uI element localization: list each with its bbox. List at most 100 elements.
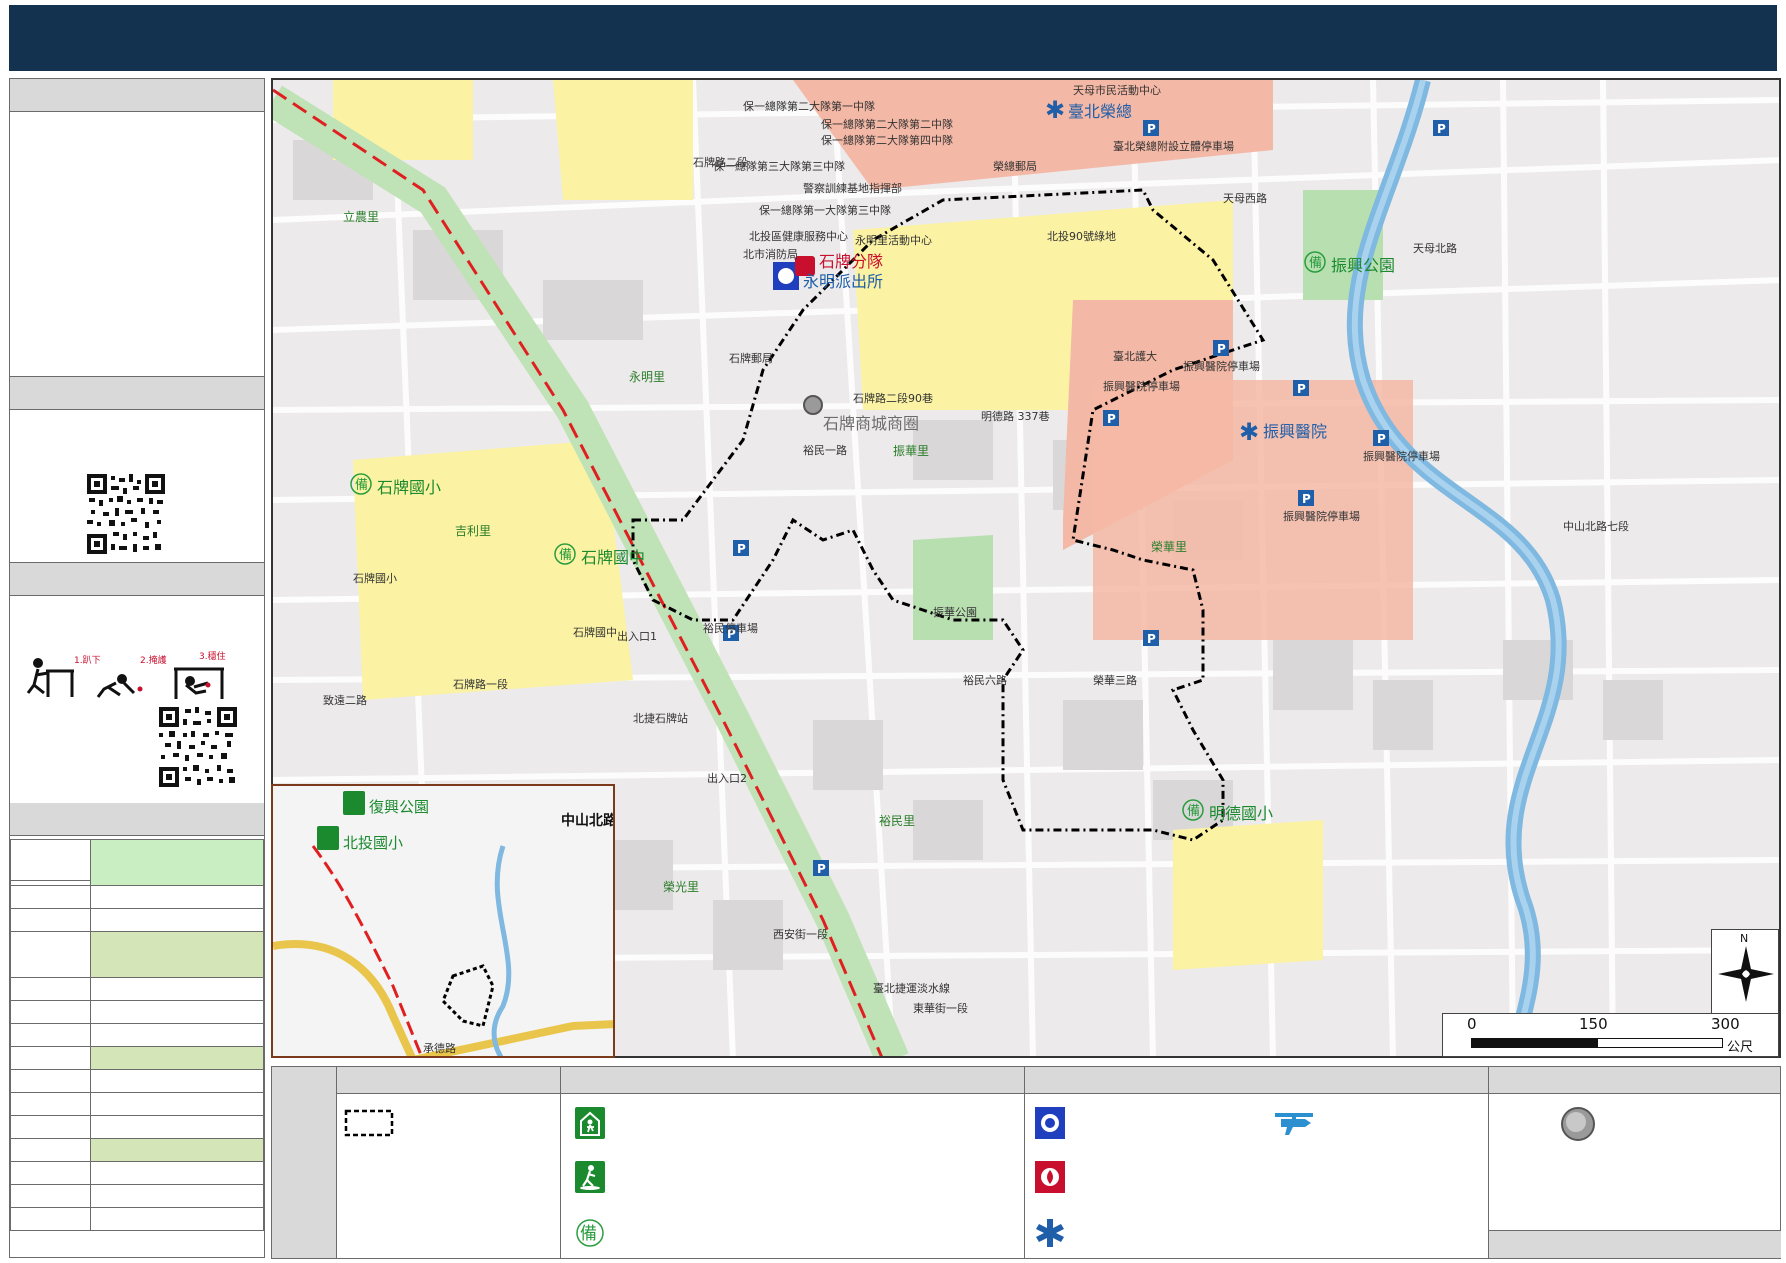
map-label-baoyi-4: 保一總隊第三大隊第三中隊 [713, 160, 845, 173]
police-icon [1035, 1107, 1065, 1139]
scale-tick-300: 300 [1711, 1015, 1740, 1033]
map-label-shipai-junior-small: 石牌國中 [573, 626, 617, 639]
map-label-rongzong: 臺北榮總 [1068, 102, 1133, 121]
standby-char: 備 [580, 1224, 597, 1244]
legend-head-district [1489, 1067, 1780, 1094]
scale-tick-150: 150 [1579, 1015, 1608, 1033]
map-label-zhenhua-park: 振華公園 [933, 606, 977, 619]
map-label-rongde: 榮華三路 [1093, 674, 1137, 687]
map-label-yumin-parking: 裕民停車場 [703, 622, 758, 635]
svg-text:備: 備 [559, 547, 572, 563]
legend-col-evacuation: 備 [560, 1067, 1024, 1258]
svg-text:P: P [1302, 492, 1311, 506]
svg-text:P: P [1217, 342, 1226, 356]
map-label-tianmu-n: 天母北路 [1413, 242, 1457, 255]
svg-text:P: P [817, 862, 826, 876]
svg-text:P: P [1107, 412, 1116, 426]
map-label-rongzong-post: 榮總郵局 [993, 160, 1037, 173]
map-label-lisheng-li: 立農里 [343, 210, 380, 224]
shopping-district-icon [1561, 1107, 1595, 1141]
map-label-xian-st: 西安街一段 [773, 928, 828, 941]
inset-label-beitou-elem: 北投國小 [343, 834, 404, 852]
map-label-police-training: 警察訓練基地指揮部 [803, 182, 902, 195]
map-label-tianmu-parking: 天母市民活動中心 [1073, 84, 1161, 97]
map-label-baoyi-2: 保一總隊第二大隊第二中隊 [821, 118, 953, 131]
section-header-4 [10, 803, 264, 836]
map-label-parking-3: 振興醫院停車場 [1363, 450, 1440, 463]
map-label-zhenhua-li: 振華里 [893, 444, 930, 458]
map-label-shopping: 石牌商城商圈 [823, 414, 920, 433]
map-label-shipai-rd-2: 石牌路二段90巷 [853, 392, 933, 405]
qr-code-icon-2[interactable] [159, 707, 237, 787]
fire-station-icon [1035, 1161, 1065, 1193]
title-bar [9, 5, 1777, 71]
inset-label-xide-rd: 承德路 [423, 1042, 456, 1055]
legend-head-evacuation [561, 1067, 1024, 1094]
info-sidebar: 1.趴下 2.掩護 3.穩住 [9, 78, 265, 1258]
map-label-taipei-univ: 北投90號綠地 [1047, 230, 1116, 243]
inset-label-fuxing-park: 復興公園 [369, 798, 430, 816]
map-label-parking-4: 振興醫院停車場 [1283, 510, 1360, 523]
svg-text:✱: ✱ [1045, 96, 1065, 124]
svg-text:✱: ✱ [1239, 418, 1259, 446]
map-label-baoyi-1: 保一總隊第二大隊第一中隊 [743, 100, 875, 113]
map-label-rail: 臺北捷運淡水線 [873, 982, 950, 995]
map-label-dongguan-rd: 東華街一段 [913, 1002, 968, 1015]
map-label-fire-bureau: 北市消防局 [743, 248, 798, 261]
svg-text:備: 備 [1309, 255, 1322, 271]
posture-step-3: 3.穩住 [199, 650, 226, 662]
inset-map[interactable]: 復興公園 北投國小 中山北路 承德路 [271, 784, 615, 1058]
map-label-shipai-elem-small: 石牌國小 [353, 572, 397, 585]
legend-col-district [1488, 1067, 1781, 1258]
legend-head-facilities [1025, 1067, 1488, 1094]
svg-text:P: P [1437, 122, 1446, 136]
helicopter-icon [1275, 1113, 1313, 1135]
map-label-yuming-li: 裕民里 [879, 814, 916, 828]
svg-text:P: P [1297, 382, 1306, 396]
map-label-shipai-rd-1: 石牌路一段 [453, 678, 508, 691]
map-label-zhiyuan-rd: 致遠二路 [323, 694, 367, 707]
north-arrow: N [1711, 929, 1779, 1019]
scale-tick-0: 0 [1467, 1015, 1477, 1033]
evacuation-park-icon [575, 1161, 605, 1193]
map-label-yumin-rd: 裕民一路 [803, 444, 847, 457]
posture-step-2: 2.掩護 [140, 654, 167, 666]
svg-text:備: 備 [355, 477, 368, 493]
map-label-ronghua-li: 榮華里 [1151, 540, 1188, 554]
map-label-exit1: 出入口1 [617, 630, 657, 643]
legend-title-cell [272, 1067, 336, 1258]
standby-shelter-icon: 備 [576, 1219, 604, 1247]
dashed-boundary-icon [344, 1109, 394, 1137]
map-label-north-health: 北投區健康服務中心 [749, 230, 848, 243]
drop-cover-hold-icon: 1.趴下 2.掩護 3.穩住 [26, 650, 226, 699]
legend-col-facilities [1024, 1067, 1488, 1258]
map-label-tianmu-w: 天母西路 [1223, 192, 1267, 205]
map-label-mingde-rd: 明德路 337巷 [981, 410, 1050, 423]
inset-label-zhongshan-n: 中山北路 [561, 813, 615, 829]
svg-text:備: 備 [1187, 803, 1200, 819]
legend-head-boundary [337, 1067, 560, 1094]
map-label-rongguang-li: 榮光里 [663, 880, 700, 894]
scale-unit: 公尺 [1727, 1040, 1754, 1055]
map-label-jili-li: 吉利里 [455, 524, 492, 538]
map-label-parking-1: 振興醫院停車場 [1103, 380, 1180, 393]
map-label-shipai-post: 石牌郵局 [729, 352, 773, 365]
map-label-yumin6: 裕民六路 [963, 674, 1007, 687]
evacuation-shelter-icon [575, 1107, 605, 1139]
medical-icon [1036, 1219, 1064, 1247]
scale-segment-2 [1597, 1038, 1723, 1048]
map-label-shipai-elem: 石牌國小 [377, 478, 442, 497]
level-table [10, 839, 264, 1231]
info-section-1 [10, 79, 264, 377]
posture-step-1: 1.趴下 [74, 655, 101, 666]
qr-code-icon[interactable] [87, 474, 165, 554]
map-label-zhenxing-hospital: 振興醫院 [1263, 422, 1328, 441]
map-label-yongming-activity: 永明里活動中心 [855, 234, 932, 247]
svg-text:P: P [1147, 122, 1156, 136]
map-label-zhongshan-n7: 中山北路七段 [1563, 520, 1629, 533]
scale-segment-1 [1471, 1038, 1597, 1048]
map-label-exit2: 出入口2 [707, 772, 747, 785]
map-label-mingde-elem: 明德國小 [1209, 804, 1274, 823]
map-label-parking-2: 振興醫院停車場 [1183, 360, 1260, 373]
scale-bar: 0 150 300 公尺 [1442, 1013, 1779, 1057]
